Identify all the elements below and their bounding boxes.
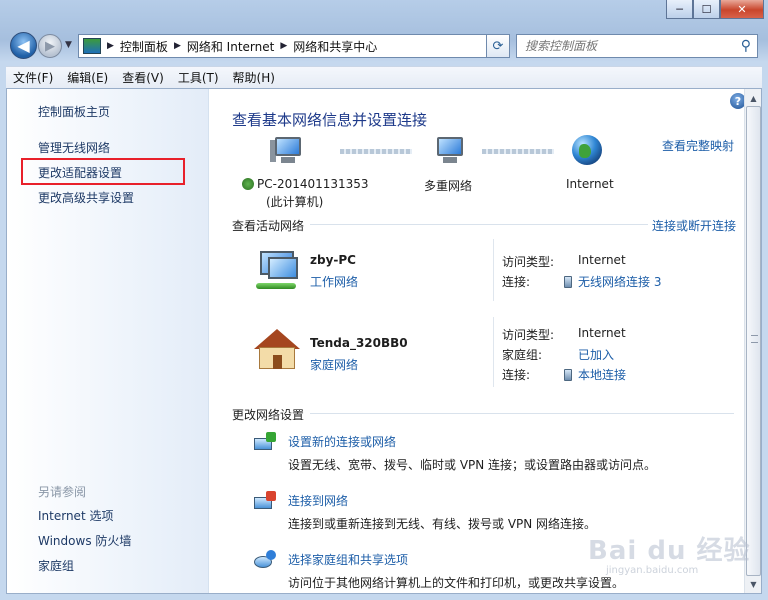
scrollbar-thumb[interactable] [746,106,761,576]
breadcrumb-separator-icon[interactable]: ▶ [174,41,181,51]
vertical-scrollbar[interactable]: ▲ ▼ [744,89,761,593]
network-name-tenda: Tenda_320BB0 [310,336,408,350]
connect-disconnect-link[interactable]: 连接或断开连接 [652,217,736,234]
local-connection-link[interactable]: 本地连接 [564,366,626,383]
sidebar-internet-options[interactable]: Internet 选项 [38,507,113,524]
this-computer-node [270,137,304,165]
arrow-right-icon: ▶ [45,38,55,54]
search-icon[interactable]: ⚲ [741,38,751,54]
connect-to-network-link[interactable]: 连接到网络 [288,492,348,509]
ethernet-icon [564,369,572,381]
title-bar: ─ ☐ ✕ [0,0,768,26]
minimize-button[interactable]: ─ [666,0,693,19]
network-type-work[interactable]: 工作网络 [310,273,358,290]
scroll-up-icon[interactable]: ▲ [747,91,760,105]
sidebar-advanced-sharing[interactable]: 更改高级共享设置 [38,189,134,206]
control-panel-icon [83,38,101,54]
menu-help[interactable]: 帮助(H) [226,69,282,86]
multiple-networks-node [432,137,466,165]
address-bar[interactable]: ▶ 控制面板 ▶ 网络和 Internet ▶ 网络和共享中心 ▼ [78,34,508,58]
page-title: 查看基本网络信息并设置连接 [232,111,428,129]
section-divider [310,413,734,414]
multiple-networks-label: 多重网络 [424,179,473,193]
computer-sub-label: (此计算机) [266,195,324,209]
column-divider [493,317,494,387]
network-icon [432,137,466,165]
see-also-heading: 另请参阅 [38,485,87,499]
breadcrumb-separator-icon[interactable]: ▶ [280,41,287,51]
globe-icon [572,135,602,165]
active-networks-header: 查看活动网络 [232,219,305,233]
refresh-icon: ⟳ [492,38,504,54]
setup-new-connection-link[interactable]: 设置新的连接或网络 [288,433,396,450]
breadcrumb-network-sharing-center[interactable]: 网络和共享中心 [293,38,377,55]
connect-network-icon [252,491,278,513]
connect-to-network-desc: 连接到或重新连接到无线、有线、拨号或 VPN 网络连接。 [288,517,597,531]
main-panel: ? 查看基本网络信息并设置连接 查看完整映射 PC-201401131353 (… [210,89,746,593]
navigation-bar: ◀ ▶ ▼ ▶ 控制面板 ▶ 网络和 Internet ▶ 网络和共享中心 ▼ … [0,30,768,62]
homegroup-sharing-icon [252,550,278,572]
baidu-watermark-url: jingyan.baidu.com [606,565,699,576]
change-settings-header: 更改网络设置 [232,408,305,422]
menu-file[interactable]: 文件(F) [6,69,60,86]
back-button[interactable]: ◀ [10,32,37,59]
scroll-down-icon[interactable]: ▼ [747,577,760,591]
breadcrumb-separator-icon[interactable]: ▶ [107,41,114,51]
recent-pages-dropdown[interactable]: ▼ [65,40,72,50]
menu-view[interactable]: 查看(V) [115,69,171,86]
view-full-map-link[interactable]: 查看完整映射 [662,137,734,154]
wireless-signal-icon [564,276,572,288]
column-divider [493,239,494,301]
network-badge-icon [242,178,254,190]
menu-edit[interactable]: 编辑(E) [60,69,115,86]
homegroup-joined-link[interactable]: 已加入 [578,346,614,363]
wireless-connection-link[interactable]: 无线网络连接 3 [564,273,661,290]
network-name-zby-pc: zby-PC [310,253,356,267]
chevron-down-icon: ▼ [65,40,72,50]
computer-name-label: PC-201401131353 [242,177,369,191]
arrow-left-icon: ◀ [17,36,30,55]
menu-bar: 文件(F) 编辑(E) 查看(V) 工具(T) 帮助(H) [6,66,762,88]
access-type-value: Internet [578,326,626,340]
access-type-value: Internet [578,253,626,267]
search-input[interactable] [525,39,725,53]
access-type-key: 访问类型: [502,328,555,342]
network-type-home[interactable]: 家庭网络 [310,356,358,373]
work-network-icon [252,249,300,293]
sidebar-homegroup[interactable]: 家庭组 [38,557,74,574]
search-box[interactable]: ⚲ [516,34,758,58]
sidebar: 控制面板主页 管理无线网络 更改适配器设置 更改高级共享设置 另请参阅 Inte… [7,89,209,593]
map-connector-line [482,149,554,154]
window-controls: ─ ☐ ✕ [666,0,764,19]
content-area: 控制面板主页 管理无线网络 更改适配器设置 更改高级共享设置 另请参阅 Inte… [6,88,762,594]
home-network-icon [252,327,300,371]
close-button[interactable]: ✕ [720,0,764,19]
window-frame: ─ ☐ ✕ ◀ ▶ ▼ ▶ 控制面板 ▶ 网络和 Internet ▶ 网络和共… [0,0,768,600]
homegroup-sharing-desc: 访问位于其他网络计算机上的文件和打印机，或更改共享设置。 [288,576,625,590]
menu-tools[interactable]: 工具(T) [171,69,226,86]
sidebar-manage-wireless[interactable]: 管理无线网络 [38,139,110,156]
maximize-button[interactable]: ☐ [693,0,720,19]
refresh-button[interactable]: ⟳ [486,34,510,58]
homegroup-key: 家庭组: [502,348,543,362]
internet-label: Internet [566,177,614,191]
forward-button[interactable]: ▶ [38,34,62,58]
breadcrumb-control-panel[interactable]: 控制面板 [120,38,168,55]
internet-node [572,135,602,165]
sidebar-control-panel-home[interactable]: 控制面板主页 [38,103,110,120]
baidu-watermark: Bai du 经验 [588,536,751,566]
breadcrumb-network-internet[interactable]: 网络和 Internet [187,38,274,55]
access-type-key: 访问类型: [502,255,555,269]
sidebar-change-adapter-settings[interactable]: 更改适配器设置 [38,164,122,181]
computer-icon [270,137,304,165]
connection-key: 连接: [502,368,531,382]
new-connection-icon [252,432,278,454]
map-connector-line [340,149,412,154]
homegroup-sharing-link[interactable]: 选择家庭组和共享选项 [288,551,408,568]
section-divider [310,224,648,225]
sidebar-windows-firewall[interactable]: Windows 防火墙 [38,532,131,549]
connection-key: 连接: [502,275,531,289]
setup-new-connection-desc: 设置无线、宽带、拨号、临时或 VPN 连接；或设置路由器或访问点。 [288,458,657,472]
